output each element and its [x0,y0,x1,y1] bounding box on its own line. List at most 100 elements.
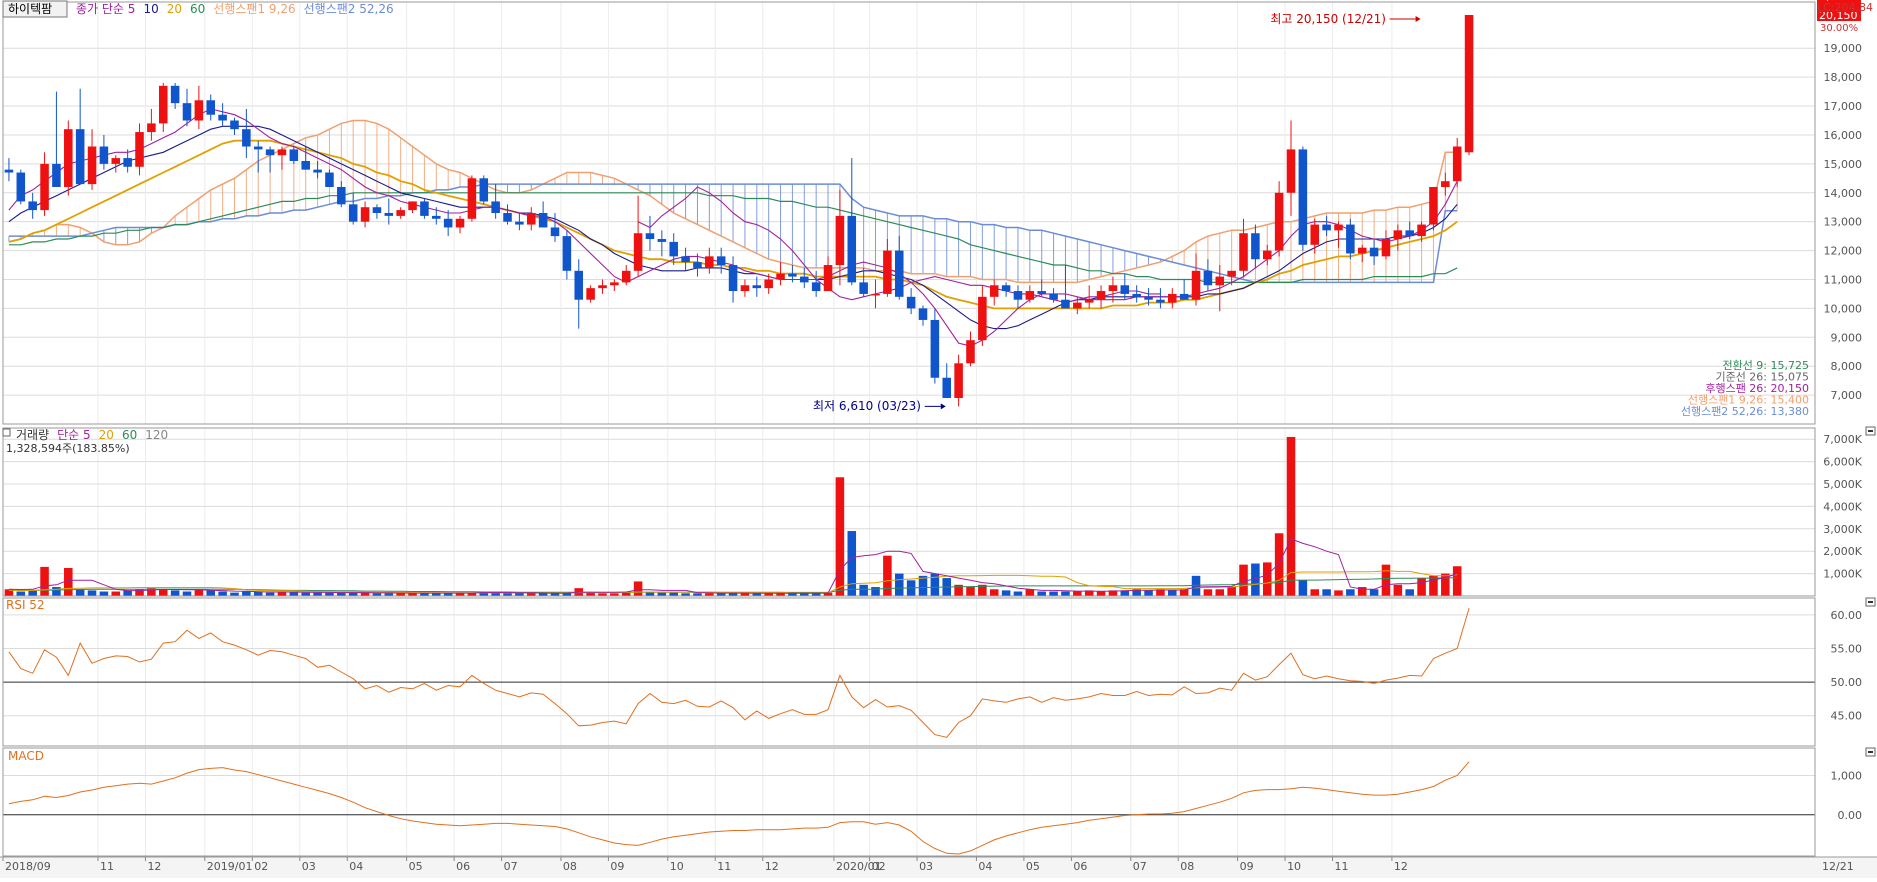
volume-bar [657,592,667,596]
candle [52,163,61,187]
volume-bar [325,592,334,596]
0-tick-label: 17,000 [1824,100,1863,113]
rsi-panel-frame [2,597,1816,747]
candle [1286,149,1296,193]
candle [728,265,738,292]
candle [859,282,868,294]
candle [253,146,263,150]
price-legend: 종가 단순 5 10 20 60 선행스팬1 9,26 선행스팬2 52,26 [76,1,394,16]
volume-bar [1405,589,1414,596]
volume-bar [1049,591,1058,596]
candle [1298,149,1308,245]
candle [1168,293,1177,303]
candle [598,285,607,289]
volume-bar [1369,589,1379,596]
candle [182,103,192,121]
x-tick-label: 12 [147,860,161,873]
candle [906,296,916,309]
candle [1084,299,1094,303]
candle [966,340,975,364]
volume-bar [170,590,180,596]
volume-bar [859,584,868,596]
x-tick-label: 05 [1026,860,1040,873]
volume-legend-item: 거래량 [16,428,49,442]
candle [847,215,857,283]
x-tick-label: 10 [1287,860,1301,873]
candle [1013,291,1023,300]
candle [408,201,417,211]
volume-legend: 거래량 단순 5 20 60 120 [16,428,168,442]
volume-bar [966,587,975,596]
x-axis: 2018/09 11 12 2019/01 02 03 04 05 06 07 08 09 10 11 12… [0,856,1877,878]
ichimoku-info-line: 선행스팬2 52,26: 13,380 [1681,405,1809,418]
arrow-right-icon [940,403,946,410]
candle [752,285,762,289]
candle [740,285,750,292]
candle [800,276,809,283]
volume-bar [1334,590,1343,596]
2-tick-label: 60.00 [1831,609,1863,622]
candle [1322,224,1331,231]
candle [1417,224,1426,237]
0-tick-label: 16,000 [1824,129,1863,142]
volume-bar [99,591,109,596]
candle [681,256,690,263]
arrow-right-icon [1415,16,1421,23]
candle [1369,247,1379,257]
candle [372,207,382,213]
0-tick-label: 12,000 [1824,245,1863,258]
2-tick-label: 45.00 [1831,710,1863,723]
candle [1037,291,1046,294]
0-tick-label: 8,000 [1831,360,1863,373]
x-tick-label: 06 [1073,860,1087,873]
volume-bar [633,581,643,596]
candle [75,129,85,185]
candle [443,218,453,228]
rsi-panel: 45.00 50.00 55.00 60.00 [2,597,1863,747]
candle [1452,146,1462,182]
1-tick-label: 7,000K [1823,433,1862,446]
candle [538,213,548,228]
candle [87,146,97,185]
candle [1203,270,1213,286]
volume-bar [1417,578,1426,596]
x-tick-label: 2019/01 [207,860,253,873]
candle [942,377,952,398]
candle [1025,291,1035,300]
volume-settings-icon[interactable] [2,428,11,437]
candle [1108,285,1118,292]
volume-bar [40,566,49,596]
candle [194,100,204,121]
candle [28,201,37,211]
volume-bar [669,592,678,596]
candle [1334,224,1343,231]
volume-bar [301,592,310,596]
candle [1179,293,1189,300]
volume-bar [1346,589,1355,596]
macd-legend: MACD [8,749,44,763]
x-tick-label: 05 [409,860,423,873]
price-legend-item: 종가 단순 5 [76,2,135,16]
2-tick-label: 50.00 [1831,676,1863,689]
low-annotation: 최저 6,610 (03/23) [813,399,921,413]
candle [1156,299,1165,303]
volume-bar [75,589,85,596]
volume-bar [894,573,904,596]
volume-legend-item: 20 [99,428,114,442]
volume-bar [847,531,857,596]
volume-bar [313,592,322,596]
candle [930,319,940,378]
candle [1274,192,1284,251]
volume-bar [1322,589,1331,596]
candle [230,120,239,130]
1-tick-label: 5,000K [1823,478,1862,491]
candle [883,250,892,294]
candle [1120,285,1130,294]
volume-bar [1393,584,1403,596]
volume-bar [1037,591,1046,596]
candle [432,215,441,219]
candle [313,169,322,173]
candle [515,221,524,225]
x-tick-label: 02 [254,860,268,873]
price-tag-pct: 30.00% [1820,23,1858,34]
